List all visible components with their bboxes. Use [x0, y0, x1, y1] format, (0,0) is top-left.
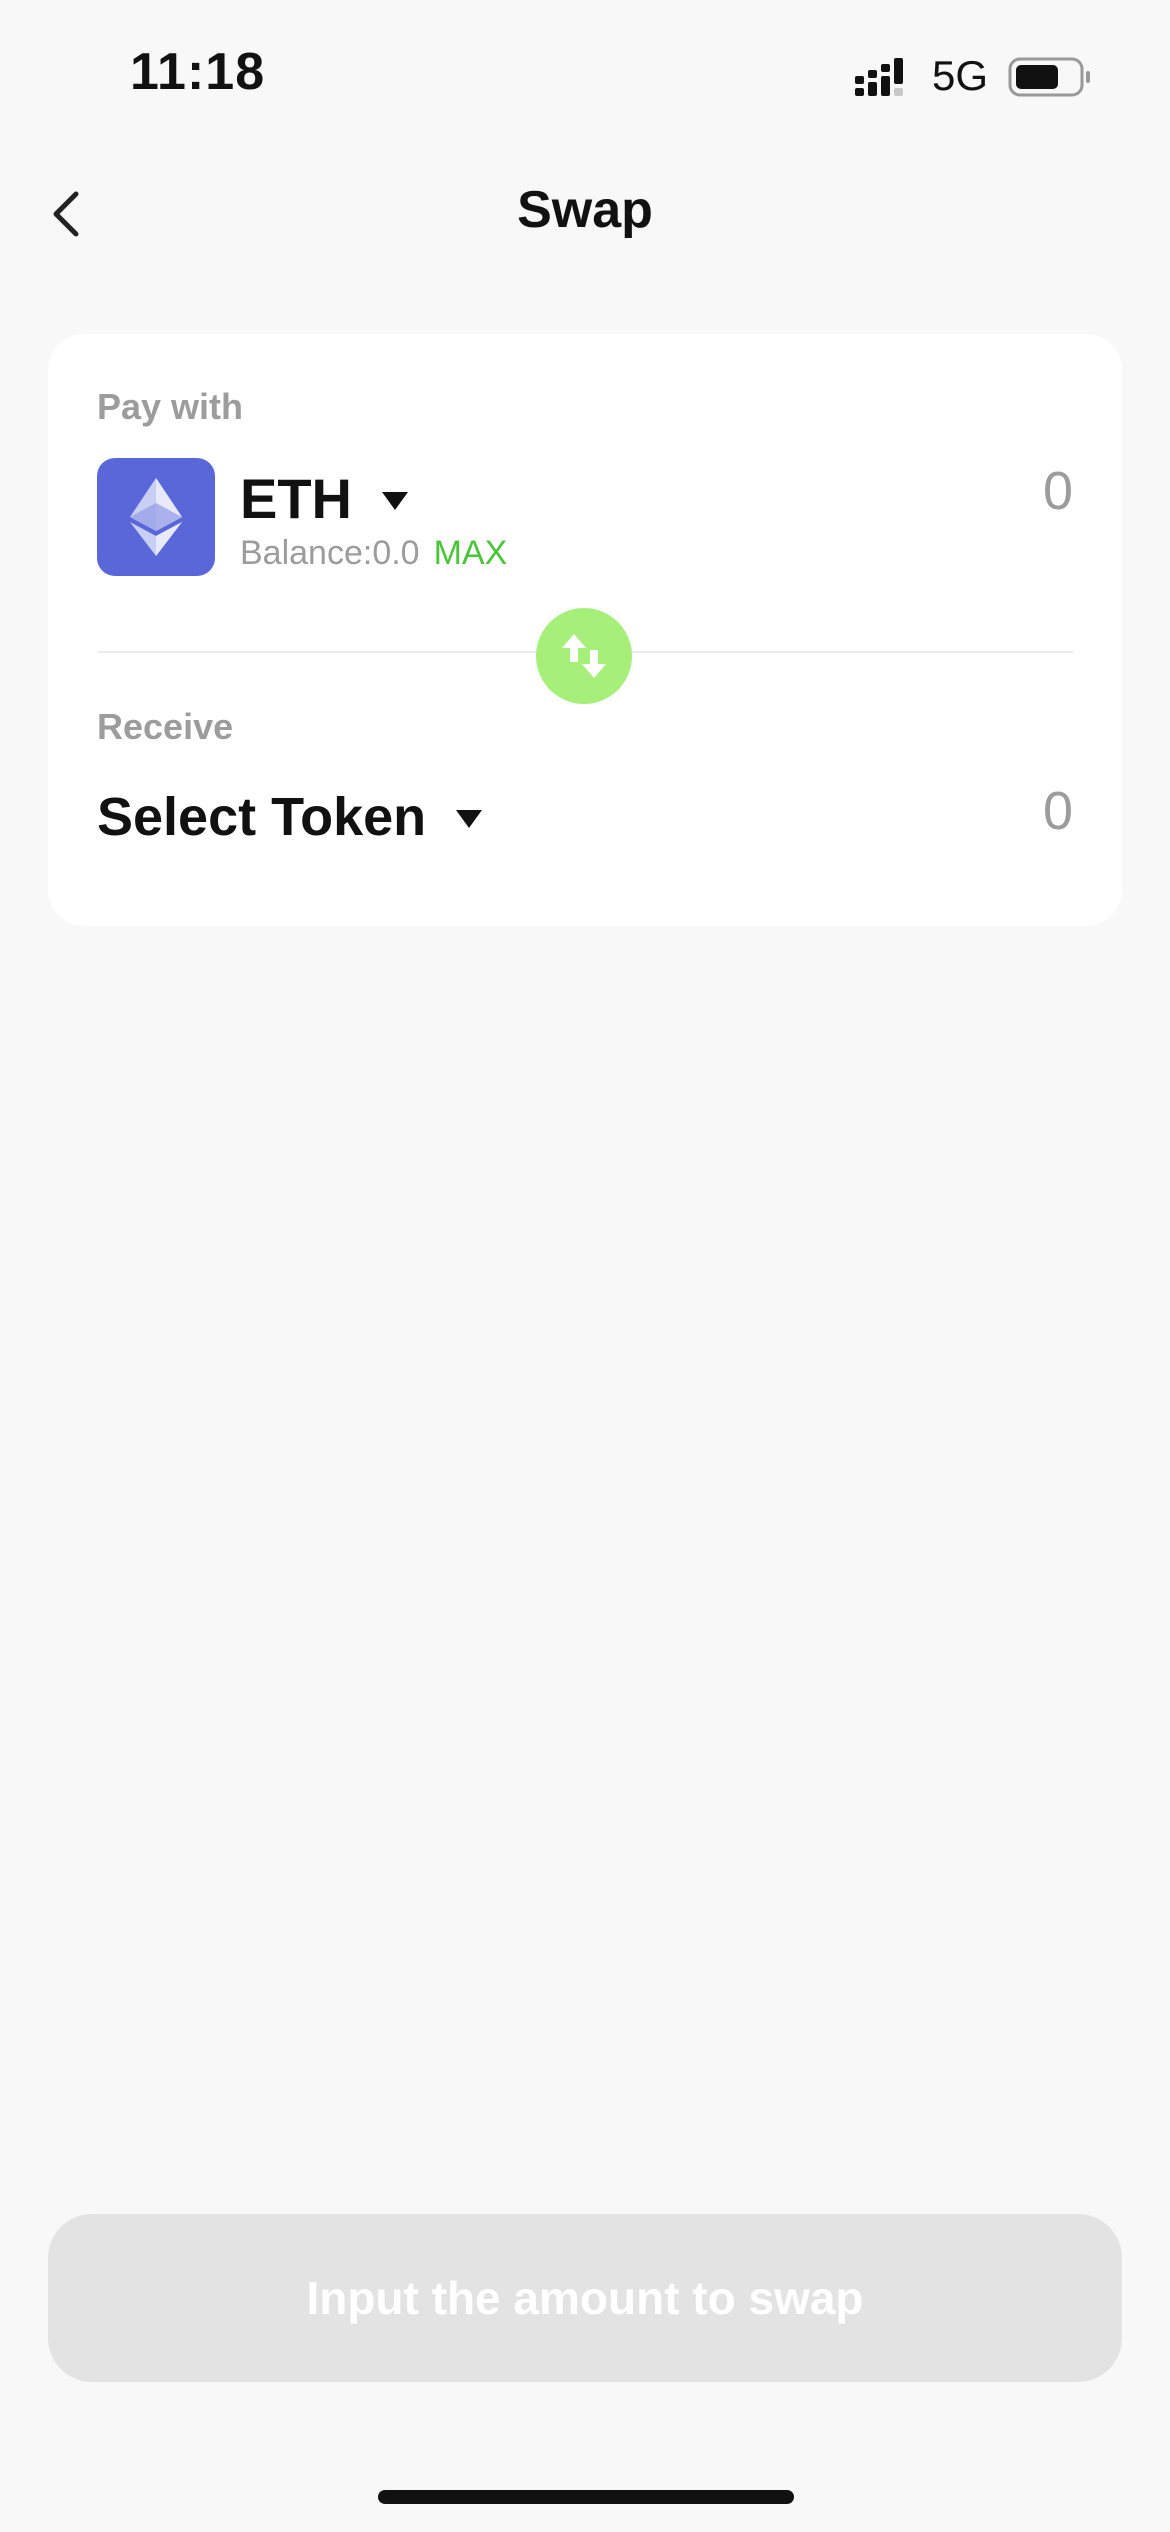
swap-direction-button[interactable]: [536, 608, 632, 704]
pay-token-symbol: ETH: [240, 467, 352, 530]
caret-down-icon: [382, 491, 408, 510]
signal-icon: [855, 58, 903, 96]
pay-with-label: Pay with: [97, 386, 244, 427]
caret-down-icon: [456, 810, 483, 828]
swap-card: Pay with ETH Balance:0.0 MAX 0 Receive S…: [48, 334, 1122, 926]
pay-token-selector[interactable]: ETH: [240, 466, 408, 531]
status-time: 11:18: [130, 43, 266, 101]
balance-row: Balance:0.0 MAX: [240, 534, 507, 573]
swap-action-button[interactable]: Input the amount to swap: [48, 2214, 1122, 2382]
battery-icon: [1008, 57, 1090, 97]
status-bar: 11:18 5G: [0, 0, 1170, 150]
network-label: 5G: [932, 52, 989, 99]
nav-bar: Swap: [0, 160, 1170, 270]
ethereum-logo-glyph: [130, 478, 182, 556]
receive-label: Receive: [97, 706, 234, 747]
select-token-label: Select Token: [97, 787, 427, 847]
max-button[interactable]: MAX: [434, 534, 508, 573]
ethereum-icon[interactable]: [97, 458, 215, 576]
balance-text: Balance:0.0: [240, 534, 420, 572]
pay-amount-input[interactable]: 0: [1043, 460, 1073, 522]
home-indicator: [378, 2490, 794, 2504]
swap-arrows-icon: [562, 634, 606, 678]
page-title: Swap: [517, 181, 653, 239]
receive-amount-value: 0: [1042, 781, 1073, 841]
receive-token-selector[interactable]: Select Token: [97, 786, 483, 848]
